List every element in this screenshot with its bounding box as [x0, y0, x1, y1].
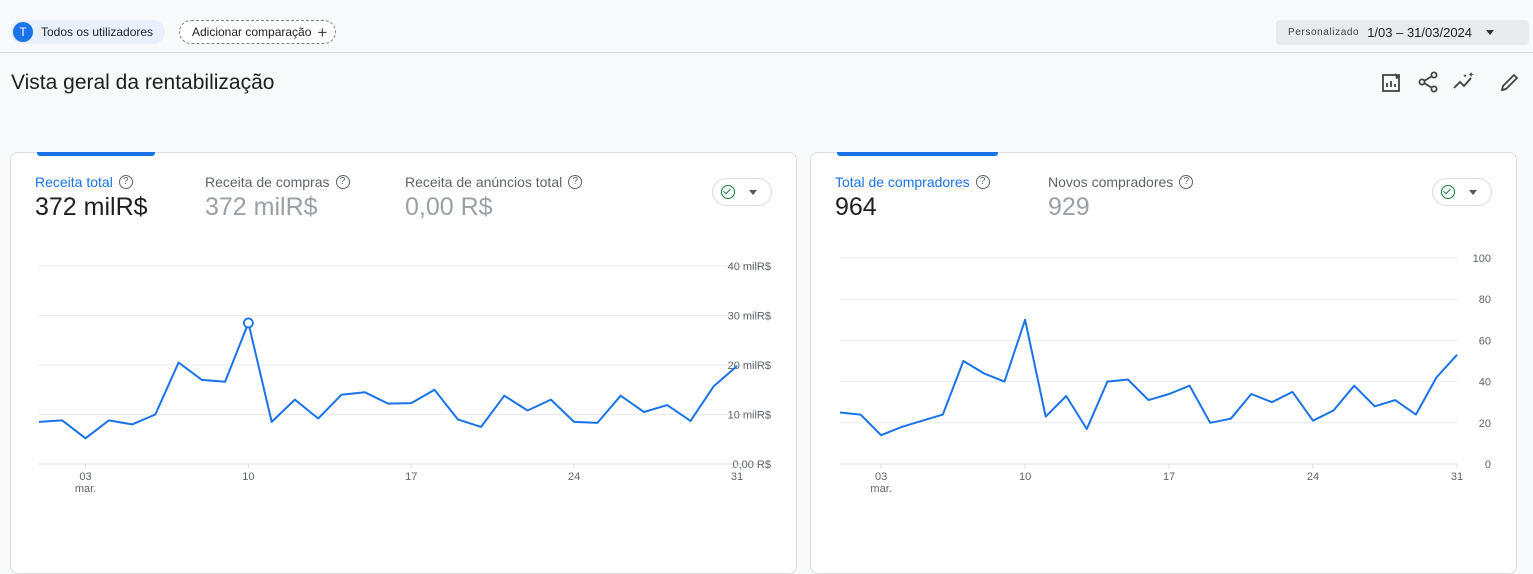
metric-value: 964 — [835, 193, 877, 221]
y-tick-label: 40 milR$ — [728, 261, 771, 273]
help-icon[interactable]: ? — [335, 175, 350, 189]
metric-value: 0,00 R$ — [405, 193, 493, 221]
edit-report-icon[interactable] — [1380, 70, 1404, 94]
x-tick-label: 24 — [1307, 471, 1319, 483]
y-tick-label: 20 — [1479, 418, 1491, 430]
page-title: Vista geral da rentabilização — [11, 71, 275, 94]
help-icon[interactable]: ? — [975, 175, 990, 189]
y-tick-label: 20 milR$ — [728, 360, 771, 372]
x-tick-label: 03 — [875, 471, 887, 483]
help-icon[interactable]: ? — [1179, 175, 1194, 189]
metric-total-buyers[interactable]: Total de compradores? 964 — [835, 174, 990, 222]
metric-label: Total de compradores — [835, 174, 970, 190]
pencil-icon[interactable] — [1498, 70, 1522, 94]
y-tick-label: 0,00 R$ — [732, 459, 771, 471]
metric-total-revenue[interactable]: Receita total? 372 milR$ — [35, 174, 148, 222]
metric-ad-revenue[interactable]: Receita de anúncios total? 0,00 R$ — [405, 174, 583, 222]
y-tick-label: 80 — [1479, 294, 1491, 306]
x-tick-label: 17 — [1163, 471, 1175, 483]
x-tick-label: 31 — [1451, 471, 1463, 483]
share-icon[interactable] — [1416, 70, 1440, 94]
metric-value: 372 milR$ — [205, 193, 318, 221]
y-tick-label: 40 — [1479, 377, 1491, 389]
top-bar: T Todos os utilizadores Adicionar compar… — [0, 0, 1533, 53]
x-tick-label: 03 — [79, 471, 91, 483]
check-circle-icon — [721, 185, 735, 199]
help-icon[interactable]: ? — [568, 175, 583, 189]
segment-avatar: T — [13, 22, 33, 42]
metric-label: Novos compradores — [1048, 174, 1174, 190]
metric-purchase-revenue[interactable]: Receita de compras? 372 milR$ — [205, 174, 350, 222]
x-tick-label: 31 — [731, 471, 743, 483]
help-icon[interactable]: ? — [118, 175, 133, 189]
metric-new-buyers[interactable]: Novos compradores? 929 — [1048, 174, 1194, 222]
segment-label: Todos os utilizadores — [41, 25, 154, 39]
status-dropdown[interactable] — [1432, 178, 1492, 206]
series-line — [38, 321, 738, 440]
date-range-value: 1/03 – 31/03/2024 — [1367, 25, 1473, 40]
plus-icon: + — [317, 22, 328, 42]
y-tick-label: 100 — [1473, 253, 1491, 265]
metric-value: 929 — [1048, 193, 1090, 221]
metric-label: Receita total — [35, 174, 113, 190]
segment-chip[interactable]: T Todos os utilizadores — [11, 20, 166, 44]
x-tick-sublabel: mar. — [75, 483, 96, 495]
revenue-chart: 0,00 R$ 10 milR$ 20 milR$ 30 milR$ 40 milR$ 0… — [38, 261, 771, 495]
buyers-card: Total de compradores? 964 Novos comprado… — [810, 152, 1517, 574]
highlight-point — [242, 317, 254, 329]
chevron-down-icon — [749, 189, 757, 195]
x-tick-sublabel: mar. — [870, 483, 891, 495]
chevron-down-icon — [1486, 30, 1495, 35]
x-tick-label: 10 — [242, 471, 254, 483]
active-metric-indicator — [837, 152, 998, 156]
add-comparison-label: Adicionar comparação — [192, 25, 312, 39]
add-comparison-button[interactable]: Adicionar comparação + — [179, 20, 337, 44]
metric-label: Receita de compras — [205, 174, 330, 190]
x-tick-label: 10 — [1019, 471, 1031, 483]
y-tick-label: 30 milR$ — [728, 311, 771, 323]
y-tick-label: 10 milR$ — [728, 410, 771, 422]
y-tick-label: 60 — [1479, 335, 1491, 347]
date-range-label: Personalizado — [1288, 27, 1360, 38]
active-metric-indicator — [37, 152, 155, 156]
check-circle-icon — [1441, 185, 1455, 199]
status-dropdown[interactable] — [712, 178, 772, 206]
x-tick-label: 24 — [568, 471, 580, 483]
buyers-chart: 0 20 40 60 80 100 03mar. 10 17 24 31 — [839, 253, 1491, 495]
metric-value: 372 milR$ — [35, 193, 148, 221]
insights-icon[interactable] — [1452, 70, 1476, 94]
chevron-down-icon — [1469, 189, 1477, 195]
revenue-card: Receita total? 372 milR$ Receita de comp… — [10, 152, 797, 574]
date-range-picker[interactable]: Personalizado 1/03 – 31/03/2024 — [1276, 20, 1529, 45]
metric-label: Receita de anúncios total — [405, 174, 563, 190]
x-tick-label: 17 — [405, 471, 417, 483]
y-tick-label: 0 — [1485, 459, 1491, 471]
series-line — [839, 318, 1458, 437]
